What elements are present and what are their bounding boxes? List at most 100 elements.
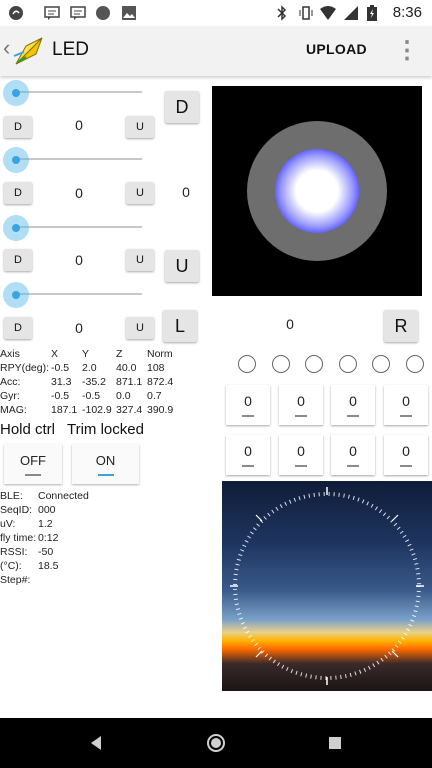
channel-button[interactable]: 0 — [384, 435, 428, 475]
l-button[interactable]: L — [163, 310, 197, 342]
info-value: 0:12 — [38, 532, 59, 544]
channel-indicator — [347, 415, 359, 417]
slider-1-up-button[interactable]: U — [126, 116, 154, 138]
channel-indicator — [295, 465, 307, 467]
battery-icon — [367, 5, 377, 21]
slider-4-up-button[interactable]: U — [126, 317, 154, 339]
slider-track — [17, 226, 142, 228]
imu-header-axis: Axis — [0, 348, 20, 360]
channel-button[interactable]: 0 — [384, 385, 428, 425]
signal-icon — [344, 6, 358, 20]
info-label: Step#: — [0, 574, 31, 586]
info-label: (°C): — [0, 560, 22, 572]
slider-4[interactable] — [3, 282, 142, 308]
slider-3-down-button[interactable]: D — [4, 249, 32, 271]
slider-2[interactable] — [3, 147, 142, 173]
imu-cell: -0.5 — [51, 390, 70, 402]
info-label: fly time: — [0, 532, 37, 544]
slider-3-value: 0 — [75, 252, 83, 268]
imu-cell: 0.7 — [147, 390, 162, 402]
app-title: LED — [52, 39, 89, 60]
imu-row-label: MAG: — [0, 404, 27, 416]
channel-value: 0 — [402, 393, 410, 409]
imu-row-label: RPY(deg): — [0, 362, 50, 374]
center-value: 0 — [286, 316, 294, 332]
info-value: 1.2 — [38, 518, 53, 530]
image-icon — [122, 6, 136, 20]
channel-button[interactable]: 0 — [279, 385, 323, 425]
radio-button[interactable] — [272, 355, 290, 373]
imu-header-z: Z — [116, 348, 123, 360]
back-chevron-icon[interactable]: ‹ — [3, 35, 10, 61]
channel-indicator — [242, 415, 254, 417]
info-value: -50 — [38, 546, 54, 558]
slider-1-value: 0 — [75, 117, 83, 133]
attitude-indicator — [222, 481, 432, 691]
imu-row-label: Gyr: — [0, 390, 20, 402]
imu-table: Axis X Y Z Norm RPY(deg): -0.5 2.0 40.0 … — [0, 348, 210, 418]
radio-button[interactable] — [305, 355, 323, 373]
back-icon[interactable] — [88, 735, 104, 751]
channel-value: 0 — [349, 443, 357, 459]
channel-button[interactable]: 0 — [279, 435, 323, 475]
imu-cell: 390.9 — [147, 404, 174, 416]
upload-button[interactable]: UPLOAD — [306, 41, 367, 57]
off-indicator — [25, 473, 41, 476]
slider-2-up-button[interactable]: U — [126, 182, 154, 204]
slider-1[interactable] — [3, 80, 142, 106]
radio-button[interactable] — [406, 355, 424, 373]
slider-2-down-button[interactable]: D — [4, 182, 32, 204]
off-label: OFF — [20, 452, 46, 468]
slider-track — [17, 293, 142, 295]
overflow-menu-icon[interactable]: ⋮ — [395, 36, 419, 65]
home-icon[interactable] — [206, 733, 226, 753]
slider-1-down-button[interactable]: D — [4, 116, 32, 138]
d-button[interactable]: D — [165, 91, 199, 123]
bluetooth-icon — [277, 5, 287, 21]
imu-cell: 871.1 — [116, 376, 143, 388]
channel-button[interactable]: 0 — [331, 435, 375, 475]
imu-header-norm: Norm — [147, 348, 173, 360]
slider-thumb[interactable] — [3, 80, 29, 106]
channel-button[interactable]: 0 — [226, 435, 270, 475]
imu-cell: 327.4 — [116, 404, 143, 416]
slider-thumb[interactable] — [3, 282, 29, 308]
imu-cell: 108 — [147, 362, 165, 374]
u-button[interactable]: U — [165, 250, 199, 282]
imu-cell: 872.4 — [147, 376, 174, 388]
radio-button[interactable] — [339, 355, 357, 373]
off-button[interactable]: OFF — [4, 444, 62, 484]
led-light — [275, 149, 359, 233]
channel-indicator — [295, 415, 307, 417]
r-button[interactable]: R — [384, 310, 418, 342]
radio-button[interactable] — [372, 355, 390, 373]
led-preview — [212, 86, 422, 296]
slider-3[interactable] — [3, 215, 142, 241]
info-value: Connected — [38, 490, 89, 502]
imu-header-y: Y — [82, 348, 90, 360]
compass-ring — [230, 487, 424, 685]
slider-thumb[interactable] — [3, 147, 29, 173]
channel-button[interactable]: 0 — [331, 385, 375, 425]
slider-thumb[interactable] — [3, 215, 29, 241]
slider-3-up-button[interactable]: U — [126, 249, 154, 271]
slider-4-down-button[interactable]: D — [4, 317, 32, 339]
channel-indicator — [400, 415, 412, 417]
hold-ctrl-label: Hold ctrl — [0, 421, 56, 438]
slider-track — [17, 158, 142, 160]
radio-button[interactable] — [238, 355, 256, 373]
imu-cell: -0.5 — [82, 390, 101, 402]
on-indicator — [97, 473, 114, 476]
channel-button[interactable]: 0 — [226, 385, 270, 425]
imu-cell: 187.1 — [51, 404, 78, 416]
imu-header-x: X — [51, 348, 59, 360]
vibrate-icon — [299, 6, 313, 20]
channel-value: 0 — [244, 443, 252, 459]
on-button[interactable]: ON — [72, 444, 139, 484]
app-bar: ‹ LED UPLOAD ⋮ — [0, 26, 432, 76]
on-label: ON — [95, 452, 116, 468]
channel-value: 0 — [349, 393, 357, 409]
recents-icon[interactable] — [328, 736, 342, 750]
imu-cell: 0.0 — [116, 390, 131, 402]
circle-notification-icon — [96, 6, 110, 20]
